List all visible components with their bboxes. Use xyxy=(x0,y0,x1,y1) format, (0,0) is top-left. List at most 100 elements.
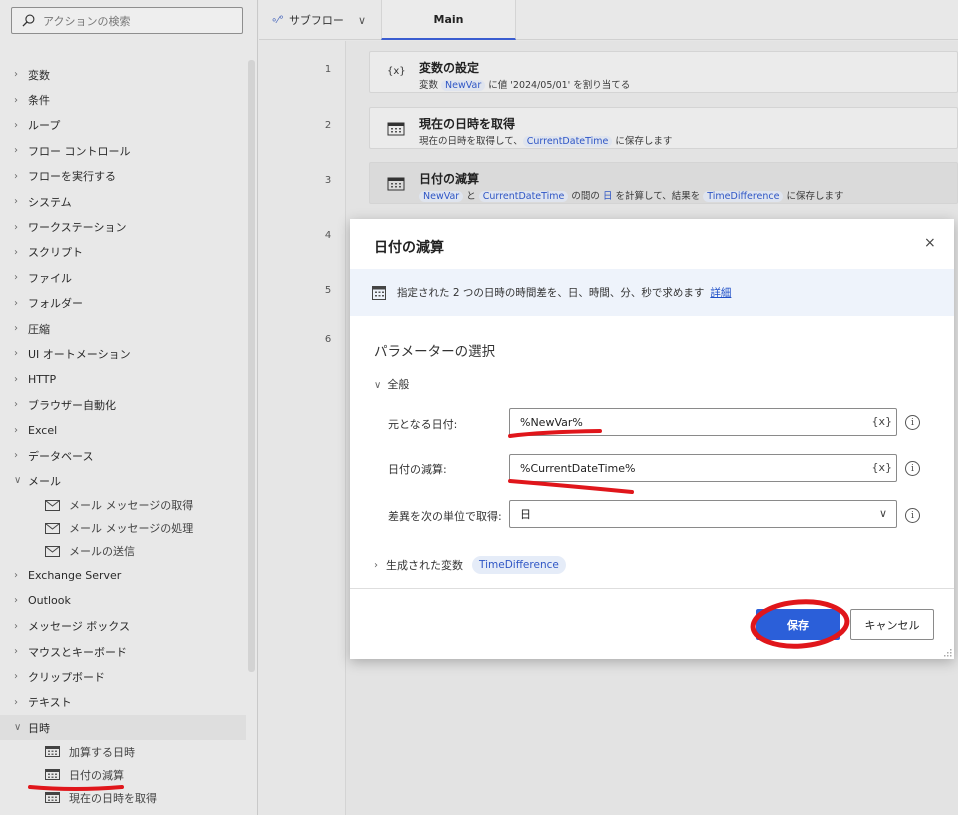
sidebar-item-18[interactable]: › Outlook xyxy=(0,588,246,613)
search-input[interactable]: アクションの検索 xyxy=(11,7,243,34)
subflow-label: サブフロー xyxy=(288,14,344,27)
sidebar-item-15[interactable]: › データベース xyxy=(0,443,246,468)
chevron-right-icon: › xyxy=(14,595,18,607)
chevron-right-icon: › xyxy=(14,450,18,462)
chevron-down-icon: ∨ xyxy=(374,380,382,391)
calendar-icon xyxy=(387,177,405,191)
info-text: 指定された 2 つの日時の時間差を、日、時間、分、秒で求めます xyxy=(397,287,705,299)
resize-grip-icon[interactable] xyxy=(944,649,952,657)
sidebar-item-14[interactable]: › Excel xyxy=(0,417,246,442)
chevron-down-icon: ∨ xyxy=(14,722,22,734)
sidebar-scrollbar[interactable] xyxy=(248,60,255,672)
chevron-right-icon: › xyxy=(14,297,18,309)
general-section-toggle[interactable]: ∨ 全般 xyxy=(374,376,409,392)
chevron-right-icon: › xyxy=(14,221,18,233)
sidebar-item-19[interactable]: › メッセージ ボックス xyxy=(0,613,246,638)
sidebar-item-2[interactable]: › ループ xyxy=(0,113,246,138)
calendar-icon xyxy=(387,122,405,136)
subflow-dropdown[interactable]: ∘⁄° サブフロー ∨ xyxy=(271,0,366,40)
info-icon[interactable]: i xyxy=(905,415,920,430)
sidebar-item-label: メッセージ ボックス xyxy=(28,620,130,634)
tab-main[interactable]: Main xyxy=(381,0,516,40)
flow-step-2[interactable]: 現在の日時を取得 現在の日時を取得して、 CurrentDateTime に保存し… xyxy=(369,107,958,149)
sidebar-subitem-label: 加算する日時 xyxy=(69,745,135,759)
calendar-icon xyxy=(45,792,60,804)
sidebar-item-0[interactable]: › 変数 xyxy=(0,62,246,87)
sidebar-item-label: フォルダー xyxy=(28,297,83,311)
chevron-right-icon: › xyxy=(14,696,18,708)
sidebar-item-21[interactable]: › クリップボード xyxy=(0,664,246,689)
sidebar-item-20[interactable]: › マウスとキーボード xyxy=(0,639,246,664)
chevron-right-icon: › xyxy=(14,620,18,632)
original-date-field[interactable]: %NewVar% {x} xyxy=(509,408,897,436)
chevron-down-icon: ∨ xyxy=(14,475,22,487)
sidebar-subitem[interactable]: メール メッセージの取得 xyxy=(0,494,246,517)
sidebar-item-label: スクリプト xyxy=(28,246,83,260)
chevron-right-icon: › xyxy=(14,399,18,411)
sidebar-subitem-label: メールの送信 xyxy=(69,545,135,559)
field-value: 日 xyxy=(520,508,531,521)
sidebar-item-4[interactable]: › フローを実行する xyxy=(0,164,246,189)
sidebar-item-9[interactable]: › フォルダー xyxy=(0,291,246,316)
cancel-button[interactable]: キャンセル xyxy=(850,609,934,640)
details-link[interactable]: 詳細 xyxy=(710,285,731,300)
original-date-label: 元となる日付: xyxy=(388,418,458,431)
step-description: 現在の日時を取得して、 CurrentDateTime に保存します xyxy=(419,136,673,147)
sidebar-item-8[interactable]: › ファイル xyxy=(0,265,246,290)
step-title: 日付の減算 xyxy=(419,172,480,186)
sidebar-subitem[interactable]: メールの送信 xyxy=(0,540,246,563)
unit-select[interactable]: 日 ∨ xyxy=(509,500,897,528)
chevron-right-icon: › xyxy=(14,69,18,81)
info-icon[interactable]: i xyxy=(905,461,920,476)
subtract-date-label: 日付の減算: xyxy=(388,463,447,476)
calendar-icon xyxy=(372,285,386,300)
subtract-date-field[interactable]: %CurrentDateTime% {x} xyxy=(509,454,897,482)
sidebar-subitem[interactable]: 日付の減算 xyxy=(0,763,246,786)
field-value: %CurrentDateTime% xyxy=(520,461,636,475)
sidebar-subitem-label: 日付の減算 xyxy=(69,768,124,782)
sidebar-item-7[interactable]: › スクリプト xyxy=(0,240,246,265)
sidebar-item-label: テキスト xyxy=(28,696,72,710)
sidebar-item-12[interactable]: › HTTP xyxy=(0,367,246,392)
calendar-icon xyxy=(45,769,60,781)
generated-variables-toggle[interactable]: › 生成された変数 TimeDifference xyxy=(374,556,566,574)
sidebar-item-1[interactable]: › 条件 xyxy=(0,87,246,112)
sidebar-item-label: 条件 xyxy=(28,94,50,108)
sidebar-item-5[interactable]: › システム xyxy=(0,189,246,214)
sidebar-item-13[interactable]: › ブラウザー自動化 xyxy=(0,392,246,417)
save-button[interactable]: 保存 xyxy=(756,609,840,640)
sidebar-item-label: 変数 xyxy=(28,68,50,82)
chevron-right-icon: › xyxy=(14,119,18,131)
sidebar-item-3[interactable]: › フロー コントロール xyxy=(0,138,246,163)
search-icon xyxy=(22,14,35,27)
sidebar-subitem[interactable]: メール メッセージの処理 xyxy=(0,517,246,540)
search-placeholder: アクションの検索 xyxy=(43,14,131,28)
sidebar-item-label: マウスとキーボード xyxy=(28,645,127,659)
sidebar-item-label: メール xyxy=(28,474,61,488)
chevron-right-icon: › xyxy=(14,246,18,258)
flow-step-3[interactable]: 日付の減算 NewVar と CurrentDateTime の間の 日 を計算… xyxy=(369,162,958,204)
generated-variable-pill[interactable]: TimeDifference xyxy=(472,556,566,574)
sidebar-item-16[interactable]: ∨ メール xyxy=(0,468,246,493)
sidebar-item-23[interactable]: ∨ 日時 xyxy=(0,714,246,741)
sidebar-item-17[interactable]: › Exchange Server xyxy=(0,563,246,588)
sidebar-subitem[interactable]: 加算する日時 xyxy=(0,740,246,763)
chevron-right-icon: › xyxy=(374,559,378,571)
subflow-icon: ∘⁄° xyxy=(271,14,284,26)
variable-picker-icon[interactable]: {x} xyxy=(871,415,892,428)
sidebar-item-label: HTTP xyxy=(28,372,57,386)
sidebar-item-6[interactable]: › ワークステーション xyxy=(0,214,246,239)
variable-picker-icon[interactable]: {x} xyxy=(871,461,892,474)
sidebar-subitem[interactable]: 現在の日時を取得 xyxy=(0,786,246,809)
sidebar-item-22[interactable]: › テキスト xyxy=(0,690,246,715)
sidebar-subitem-label: 現在の日時を取得 xyxy=(69,791,157,805)
sidebar-item-11[interactable]: › UI オートメーション xyxy=(0,341,246,366)
line-number-gutter: 123456 xyxy=(259,41,346,815)
flow-step-1[interactable]: {x} 変数の設定 変数 NewVar に値 '2024/05/01' を割り当… xyxy=(369,51,958,93)
sidebar-item-label: システム xyxy=(28,195,72,209)
close-icon[interactable]: × xyxy=(924,235,936,251)
sidebar-item-label: フローを実行する xyxy=(28,170,116,184)
info-icon[interactable]: i xyxy=(905,508,920,523)
sidebar-item-10[interactable]: › 圧縮 xyxy=(0,316,246,341)
chevron-down-icon: ∨ xyxy=(878,507,887,520)
